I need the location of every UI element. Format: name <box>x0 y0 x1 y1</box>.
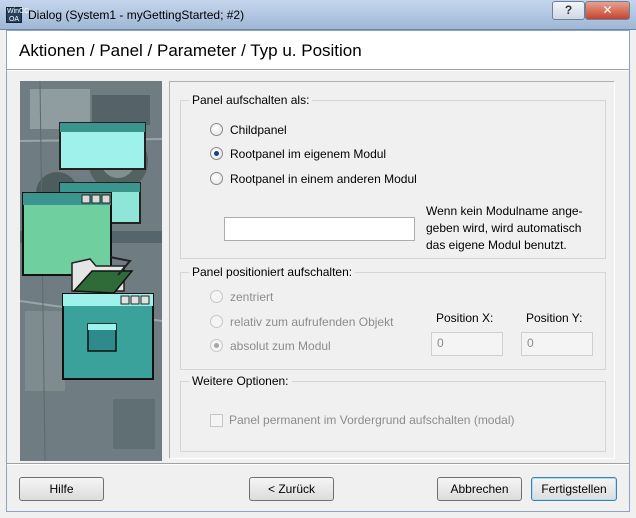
finish-button[interactable]: Fertigstellen <box>531 477 617 501</box>
window-title: Dialog (System1 - myGettingStarted; #2) <box>28 8 245 22</box>
radio-centered-label: zentriert <box>230 290 274 304</box>
position-x-label: Position X: <box>436 311 494 325</box>
radio-root-own-module-indicator[interactable] <box>210 147 223 160</box>
position-legend: Panel positioniert aufschalten: <box>189 265 356 279</box>
help-button[interactable]: Hilfe <box>19 477 104 501</box>
position-y-label: Position Y: <box>526 311 583 325</box>
radio-root-other-module-label: Rootpanel in einem anderen Modul <box>230 172 417 186</box>
modal-checkbox[interactable] <box>210 414 223 427</box>
dialog-client: Aktionen / Panel / Parameter / Typ u. Po… <box>6 30 630 512</box>
position-group: Panel positioniert aufschalten: zentrier… <box>180 265 606 370</box>
modal-checkbox-label: Panel permanent im Vordergrund aufschalt… <box>229 413 515 427</box>
more-options-group: Weitere Optionen: Panel permanent im Vor… <box>180 374 606 452</box>
radio-childpanel-label: Childpanel <box>230 123 287 137</box>
button-bar: Hilfe < Zurück Abbrechen Fertigstellen <box>7 465 629 511</box>
close-button[interactable]: ✕ <box>585 1 630 20</box>
module-name-note: Wenn kein Modulname ange- geben wird, wi… <box>426 203 604 254</box>
header-divider <box>7 69 629 71</box>
open-panel-group: Panel aufschalten als: Childpanel Rootpa… <box>180 93 606 259</box>
module-name-input[interactable] <box>224 217 415 241</box>
back-button[interactable]: < Zurück <box>249 477 334 501</box>
wizard-illustration <box>20 81 162 461</box>
app-icon: WinCC OA <box>6 7 30 23</box>
radio-absolute-indicator[interactable] <box>210 339 223 352</box>
radio-relative-label: relativ zum aufrufenden Objekt <box>230 315 394 329</box>
cancel-button[interactable]: Abbrechen <box>437 477 522 501</box>
open-panel-legend: Panel aufschalten als: <box>189 93 313 107</box>
note-line-1: Wenn kein Modulname ange- <box>426 204 583 218</box>
radio-childpanel-indicator[interactable] <box>210 123 223 136</box>
help-title-button[interactable]: ? <box>552 1 585 20</box>
header: Aktionen / Panel / Parameter / Typ u. Po… <box>7 31 629 69</box>
note-line-2: geben wird, wird automatisch <box>426 221 582 235</box>
title-bar: WinCC OA Dialog (System1 - myGettingStar… <box>0 0 636 30</box>
position-x-input[interactable]: 0 <box>431 332 503 356</box>
note-line-3: das eigene Modul benutzt. <box>426 238 567 252</box>
position-y-input[interactable]: 0 <box>521 332 593 356</box>
radio-absolute-label: absolut zum Modul <box>230 339 331 353</box>
page-title: Aktionen / Panel / Parameter / Typ u. Po… <box>19 41 362 60</box>
radio-root-own-module-label: Rootpanel im eigenem Modul <box>230 147 387 161</box>
more-options-legend: Weitere Optionen: <box>189 374 292 388</box>
radio-centered-indicator[interactable] <box>210 290 223 303</box>
radio-root-other-module-indicator[interactable] <box>210 172 223 185</box>
illustration-graphic <box>20 81 162 461</box>
radio-relative-indicator[interactable] <box>210 315 223 328</box>
